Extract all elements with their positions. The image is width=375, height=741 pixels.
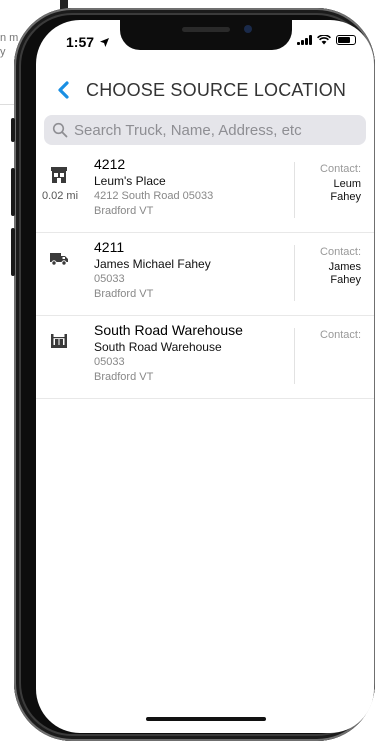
- status-time-text: 1:57: [66, 34, 95, 50]
- background-text-line: n m: [0, 32, 19, 44]
- phone-frame: 1:57 CHOOSE SOURCE LOCATION Search Truck…: [11, 8, 375, 741]
- location-city: Bradford VT: [94, 288, 154, 300]
- search-icon: [52, 122, 68, 138]
- store-icon: [51, 167, 67, 183]
- location-name: James Michael Fahey: [94, 257, 211, 271]
- page-title: CHOOSE SOURCE LOCATION: [86, 80, 347, 100]
- location-row[interactable]: South Road Warehouse South Road Warehous…: [36, 316, 374, 399]
- contact-column: Contact: Leum Fahey: [294, 162, 361, 218]
- location-details: South Road Warehouse South Road Warehous…: [94, 322, 284, 385]
- search-bar[interactable]: [44, 115, 366, 145]
- distance-label: 0.02 mi: [41, 190, 79, 202]
- signal-icon: [297, 35, 312, 45]
- location-id: South Road Warehouse: [94, 322, 243, 338]
- location-arrow-icon: [99, 38, 109, 47]
- back-chevron-icon[interactable]: [54, 80, 74, 100]
- contact-name: Fahey: [330, 274, 361, 286]
- location-id: 4212: [94, 156, 126, 172]
- location-row[interactable]: 0.02 mi 4212 Leum's Place 4212 South Roa…: [36, 150, 374, 233]
- location-details: 4211 James Michael Fahey 05033 Bradford …: [94, 239, 284, 302]
- wifi-icon: [317, 35, 331, 45]
- warehouse-icon: [51, 334, 67, 348]
- contact-name: Fahey: [330, 191, 361, 203]
- truck-icon: [50, 253, 68, 266]
- camera: [244, 25, 252, 33]
- location-address: 4212 South Road 05033: [94, 190, 214, 202]
- location-list: 0.02 mi 4212 Leum's Place 4212 South Roa…: [36, 150, 374, 399]
- contact-label: Contact:: [320, 246, 361, 258]
- status-time: 1:57: [66, 34, 109, 50]
- contact-column: Contact:: [294, 328, 361, 384]
- contact-column: Contact: James Fahey: [294, 245, 361, 301]
- contact-name: James: [328, 261, 361, 273]
- home-indicator[interactable]: [146, 717, 266, 721]
- location-city: Bradford VT: [94, 371, 154, 383]
- location-row[interactable]: 4211 James Michael Fahey 05033 Bradford …: [36, 233, 374, 316]
- location-name: South Road Warehouse: [94, 340, 222, 354]
- contact-name: Leum: [333, 178, 361, 190]
- contact-label: Contact:: [320, 329, 361, 341]
- volume-up-button: [11, 168, 15, 216]
- app-screen: 1:57 CHOOSE SOURCE LOCATION Search Truck…: [36, 20, 374, 733]
- location-city: Bradford VT: [94, 205, 154, 217]
- volume-down-button: [11, 228, 15, 276]
- contact-label: Contact:: [320, 163, 361, 175]
- search-input[interactable]: [72, 120, 356, 140]
- mute-switch: [11, 118, 15, 142]
- speaker: [182, 27, 230, 32]
- battery-icon: [336, 35, 356, 45]
- location-details: 4212 Leum's Place 4212 South Road 05033 …: [94, 156, 284, 219]
- location-address: 05033: [94, 356, 125, 368]
- location-name: Leum's Place: [94, 174, 166, 188]
- status-icons: [297, 35, 356, 45]
- location-id: 4211: [94, 239, 125, 255]
- nav-bar: CHOOSE SOURCE LOCATION: [36, 74, 374, 108]
- location-address: 05033: [94, 273, 125, 285]
- notch: [120, 20, 292, 50]
